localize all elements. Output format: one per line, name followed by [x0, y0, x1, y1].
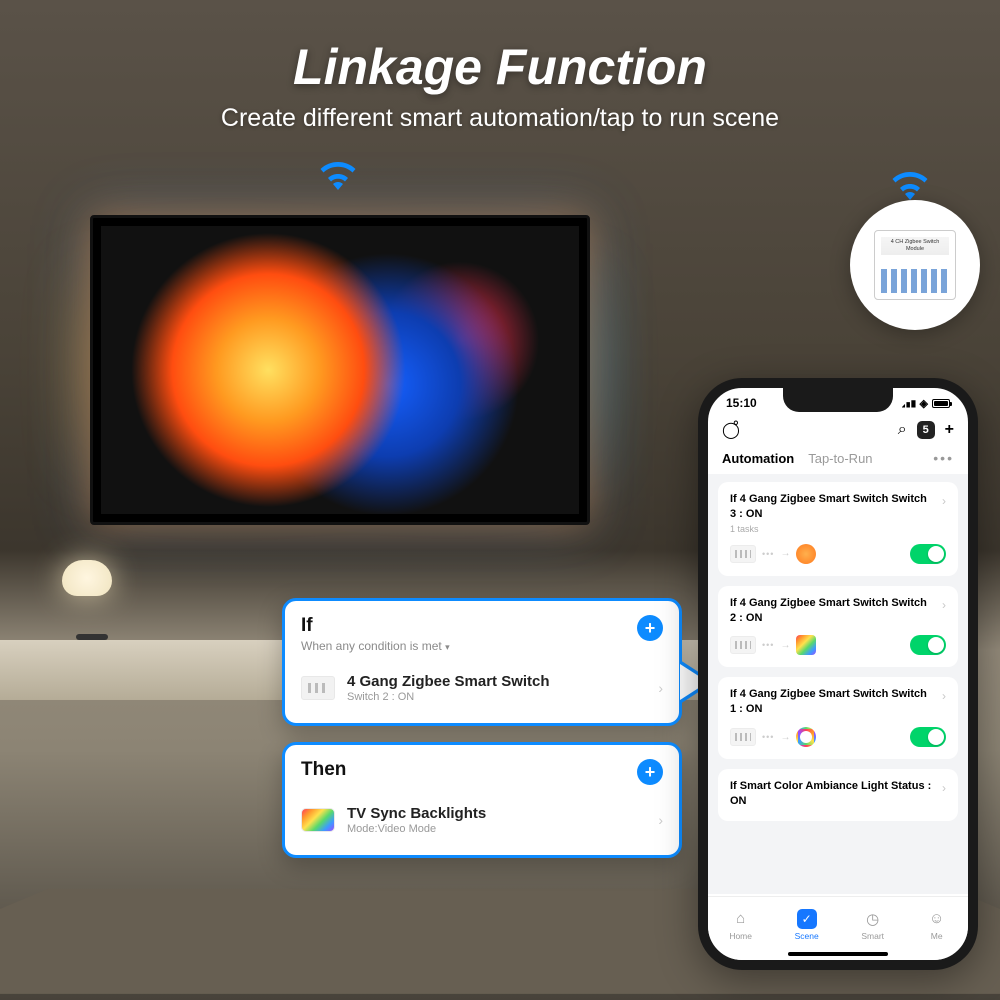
home-icon: ⌂ [731, 909, 751, 929]
hero-title: Linkage Function [0, 38, 1000, 96]
wifi-icon [318, 160, 358, 195]
chevron-right-icon: › [942, 598, 946, 612]
bottom-nav: ⌂ Home ✓ Scene ◷ Smart ☺ Me [708, 896, 968, 960]
action-sub: Mode:Video Mode [347, 823, 646, 835]
wifi-status-icon: ◈ [920, 397, 928, 410]
home-indicator [788, 952, 888, 956]
card-title: If Smart Color Ambiance Light Status : O… [730, 779, 934, 809]
switch-chip-icon [730, 545, 756, 563]
switch-chip-icon [730, 636, 756, 654]
phone-mockup: 15:10 ◈ ◯̊ ⌕ 5 + Automation Tap-to-Run •… [698, 378, 978, 970]
me-icon: ☺ [927, 909, 947, 929]
chevron-right-icon: › [658, 812, 663, 828]
profile-icon[interactable]: ◯̊ [722, 420, 740, 440]
add-condition-button[interactable]: + [637, 615, 663, 641]
card-flow: •••→ [730, 635, 816, 655]
automation-feed[interactable]: If 4 Gang Zigbee Smart Switch Switch 3 :… [708, 474, 968, 894]
card-flow: •••→ [730, 544, 816, 564]
then-title: Then [301, 759, 346, 781]
chevron-right-icon: › [942, 781, 946, 795]
automation-popup: If When any condition is met ▾ + 4 Gang … [282, 598, 682, 874]
automation-toggle[interactable] [910, 544, 946, 564]
automation-toggle[interactable] [910, 727, 946, 747]
status-time: 15:10 [726, 396, 757, 410]
rgb-icon [301, 808, 335, 832]
automation-card[interactable]: If 4 Gang Zigbee Smart Switch Switch 3 :… [718, 482, 958, 576]
nav-home[interactable]: ⌂ Home [729, 909, 752, 941]
nav-scene[interactable]: ✓ Scene [795, 909, 819, 941]
battery-icon [932, 399, 950, 408]
nav-smart[interactable]: ◷ Smart [861, 909, 884, 941]
scene-icon: ✓ [797, 909, 817, 929]
hero-subtitle: Create different smart automation/tap to… [0, 104, 1000, 133]
table-lamp [62, 560, 122, 640]
if-title: If [301, 615, 450, 637]
tab-tap-to-run[interactable]: Tap-to-Run [808, 451, 872, 466]
add-action-button[interactable]: + [637, 759, 663, 785]
automation-card[interactable]: If 4 Gang Zigbee Smart Switch Switch 2 :… [718, 586, 958, 668]
card-flow: •••→ [730, 727, 816, 747]
switch-icon [301, 676, 335, 700]
phone-notch [783, 388, 893, 412]
chevron-right-icon: › [942, 494, 946, 508]
if-subtitle: When any condition is met ▾ [301, 639, 450, 653]
nav-me[interactable]: ☺ Me [927, 909, 947, 941]
then-action-row[interactable]: TV Sync Backlights Mode:Video Mode › [301, 799, 663, 841]
card-title: If 4 Gang Zigbee Smart Switch Switch 3 :… [730, 492, 934, 522]
result-icon [796, 635, 816, 655]
switch-chip-icon [730, 728, 756, 746]
notification-badge[interactable]: 5 [917, 421, 935, 439]
then-card: Then + TV Sync Backlights Mode:Video Mod… [282, 742, 682, 858]
chevron-right-icon: › [942, 689, 946, 703]
chevron-right-icon: › [658, 680, 663, 696]
condition-title: 4 Gang Zigbee Smart Switch [347, 673, 646, 690]
smart-icon: ◷ [863, 909, 883, 929]
app-header: ◯̊ ⌕ 5 + [708, 412, 968, 446]
tabs-row: Automation Tap-to-Run ••• [708, 446, 968, 474]
if-condition-row[interactable]: 4 Gang Zigbee Smart Switch Switch 2 : ON… [301, 667, 663, 709]
module-label: 4 CH Zigbee Switch Module [883, 239, 947, 252]
if-card: If When any condition is met ▾ + 4 Gang … [282, 598, 682, 726]
signal-icon [902, 399, 916, 408]
card-title: If 4 Gang Zigbee Smart Switch Switch 2 :… [730, 596, 934, 626]
condition-sub: Switch 2 : ON [347, 691, 646, 703]
card-title: If 4 Gang Zigbee Smart Switch Switch 1 :… [730, 687, 934, 717]
more-icon[interactable]: ••• [933, 450, 954, 466]
search-icon[interactable]: ⌕ [898, 421, 907, 439]
result-icon [796, 727, 816, 747]
action-title: TV Sync Backlights [347, 805, 646, 822]
automation-card[interactable]: If 4 Gang Zigbee Smart Switch Switch 1 :… [718, 677, 958, 759]
tv [90, 215, 590, 525]
result-icon [796, 544, 816, 564]
card-tasks: 1 tasks [730, 524, 946, 534]
module-badge: 4 CH Zigbee Switch Module [850, 200, 980, 330]
tab-automation[interactable]: Automation [722, 451, 794, 466]
add-icon[interactable]: + [945, 421, 954, 439]
automation-toggle[interactable] [910, 635, 946, 655]
automation-card[interactable]: If Smart Color Ambiance Light Status : O… [718, 769, 958, 821]
